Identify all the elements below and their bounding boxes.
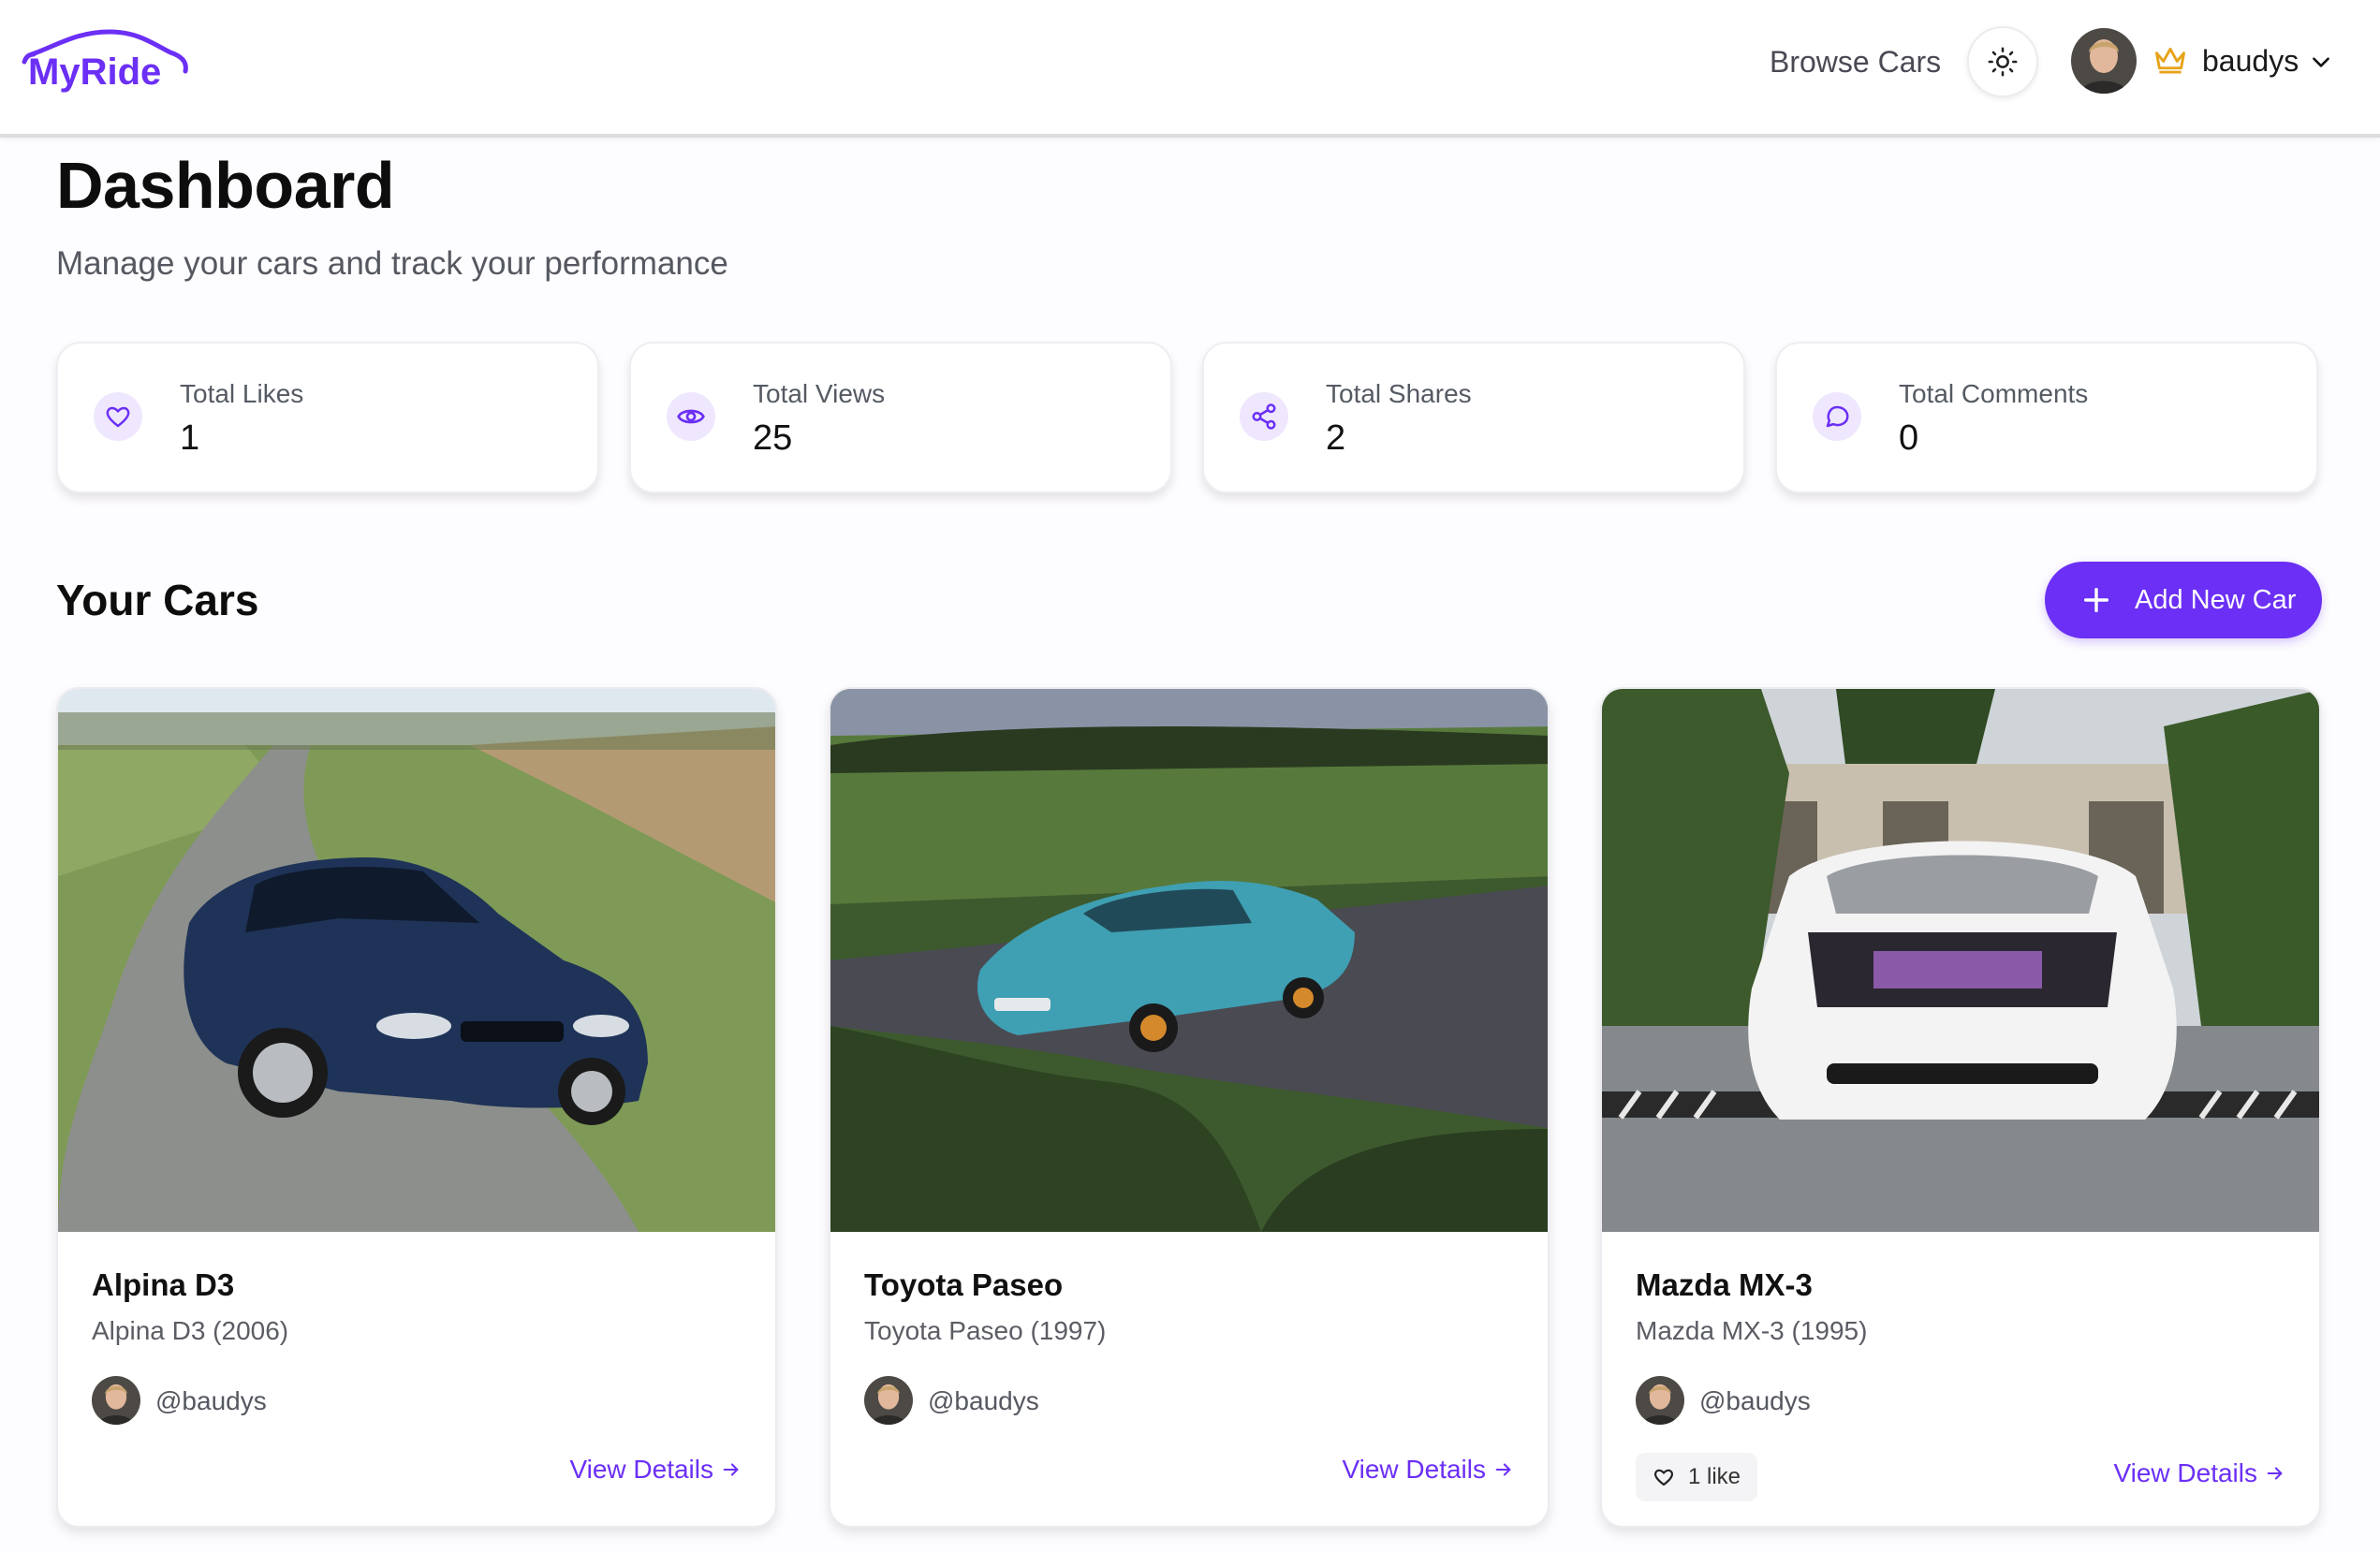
user-avatar[interactable]	[2071, 28, 2137, 94]
add-new-car-button[interactable]: Add New Car	[2045, 562, 2322, 638]
sun-icon	[1988, 47, 2018, 77]
heart-icon	[106, 406, 130, 428]
stat-card-likes: Total Likes 1	[56, 342, 599, 493]
stat-label: Total Views	[753, 379, 886, 408]
view-details-label: View Details	[2113, 1458, 2257, 1487]
eye-icon	[677, 409, 705, 424]
car-photo[interactable]	[1602, 689, 2321, 1232]
car-photo[interactable]	[830, 689, 1550, 1232]
stat-label: Total Comments	[1899, 379, 2089, 408]
theme-toggle-button[interactable]	[1967, 26, 2038, 97]
page-subtitle: Manage your cars and track your performa…	[56, 245, 728, 282]
car-subtitle: Mazda MX-3 (1995)	[1636, 1316, 1868, 1345]
comment-icon	[1826, 405, 1849, 428]
likes-count: 1 like	[1688, 1464, 1741, 1489]
car-card-paseo[interactable]: Toyota Paseo Toyota Paseo (1997) @baudys…	[829, 687, 1550, 1528]
owner-handle[interactable]: @baudys	[1699, 1386, 1811, 1416]
car-name: Alpina D3	[92, 1267, 235, 1302]
owner-avatar[interactable]	[864, 1376, 913, 1425]
car-name: Mazda MX-3	[1636, 1267, 1813, 1302]
car-subtitle: Alpina D3 (2006)	[92, 1316, 289, 1345]
crown-icon	[2155, 47, 2185, 74]
owner-avatar[interactable]	[92, 1376, 140, 1425]
view-details-link[interactable]: View Details	[569, 1455, 742, 1485]
owner-handle[interactable]: @baudys	[155, 1386, 267, 1416]
owner-avatar[interactable]	[1636, 1376, 1684, 1425]
stat-value: 2	[1326, 418, 1346, 458]
stat-value: 25	[753, 418, 793, 458]
view-details-label: View Details	[1342, 1455, 1486, 1484]
arrow-right-icon	[1495, 1463, 1511, 1476]
myride-logo[interactable]: MyRide	[21, 24, 189, 99]
add-new-car-label: Add New Car	[2135, 584, 2297, 615]
stat-value: 0	[1899, 418, 1919, 458]
stat-card-views: Total Views 25	[629, 342, 1172, 493]
car-card-mazda[interactable]: Mazda MX-3 Mazda MX-3 (1995) @baudys 1 l…	[1600, 687, 2321, 1528]
car-subtitle: Toyota Paseo (1997)	[864, 1316, 1107, 1345]
arrow-right-icon	[723, 1463, 739, 1476]
stat-card-comments: Total Comments 0	[1775, 342, 2318, 493]
chevron-down-icon[interactable]	[2309, 50, 2333, 74]
username-label[interactable]: baudys	[2202, 44, 2299, 79]
view-details-link[interactable]: View Details	[2113, 1458, 2285, 1488]
stat-card-shares: Total Shares 2	[1202, 342, 1745, 493]
plus-icon	[2083, 587, 2109, 613]
share-icon	[1252, 403, 1276, 430]
your-cars-heading: Your Cars	[56, 576, 259, 624]
stat-label: Total Likes	[180, 379, 304, 408]
arrow-right-icon	[2267, 1467, 2283, 1480]
car-name: Toyota Paseo	[864, 1267, 1064, 1302]
view-details-link[interactable]: View Details	[1342, 1455, 1514, 1485]
car-photo[interactable]	[58, 689, 777, 1232]
likes-badge[interactable]: 1 like	[1636, 1453, 1758, 1501]
browse-cars-link[interactable]: Browse Cars	[1770, 45, 1941, 80]
car-card-alpina[interactable]: Alpina D3 Alpina D3 (2006) @baudys View …	[56, 687, 777, 1528]
logo-text: MyRide	[28, 51, 161, 93]
page-title: Dashboard	[56, 149, 395, 222]
heart-icon	[1653, 1469, 1674, 1486]
view-details-label: View Details	[569, 1455, 713, 1484]
stat-value: 1	[180, 418, 200, 458]
stat-label: Total Shares	[1326, 379, 1472, 408]
top-navbar: MyRide Browse Cars baudys	[0, 0, 2380, 138]
owner-handle[interactable]: @baudys	[928, 1386, 1039, 1416]
